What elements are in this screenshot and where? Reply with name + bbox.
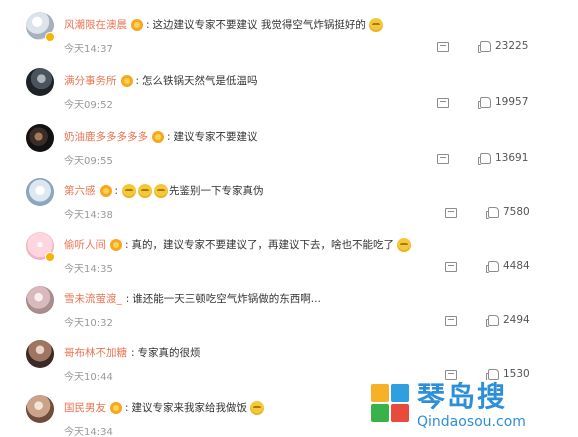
username[interactable]: 第六感	[64, 184, 96, 198]
comment-line: 偷听人间 : 真的，建议专家不要建议了，再建议下去，啥也不能吃了	[64, 236, 412, 254]
comment-text: 真的，建议专家不要建议了，再建议下去，啥也不能吃了	[131, 239, 395, 251]
watermark-domain: Qindaosou.com	[417, 414, 526, 430]
comment-text: 怎么铁锅天然气是低温吗	[142, 75, 258, 87]
comment-line: 第六感 : 先鉴别一下专家真伪	[64, 182, 266, 200]
comment-reply-icon[interactable]	[445, 316, 457, 326]
like-button[interactable]: 4484	[486, 259, 530, 273]
watermark-logo-icon	[371, 384, 409, 422]
vip-badge-icon	[152, 131, 164, 143]
like-button[interactable]: 7580	[486, 205, 530, 219]
colon: :	[135, 75, 140, 87]
comment-line: 满分事务所 : 怎么铁锅天然气是低温吗	[64, 72, 260, 90]
like-count: 23225	[495, 40, 529, 52]
comment-item: 风潮限在澳晨 : 这边建议专家不要建议 我觉得空气炸锅挺好的 今天14:37 2…	[0, 10, 578, 64]
like-button[interactable]: 19957	[478, 95, 529, 109]
avatar[interactable]	[26, 395, 54, 423]
comment-line: 哥布林不加糖 : 专家真的很烦	[64, 344, 203, 362]
thumb-up-icon	[486, 314, 499, 327]
thumb-up-icon	[486, 260, 499, 273]
comment-item: 奶油鹿多多多多多 : 建议专家不要建议 今天09:55 13691	[0, 122, 578, 176]
like-count: 7580	[503, 206, 530, 218]
comment-item: 满分事务所 : 怎么铁锅天然气是低温吗 今天09:52 19957	[0, 66, 578, 120]
username[interactable]: 国民男友	[64, 401, 106, 415]
vip-badge-icon	[120, 75, 133, 87]
timestamp: 今天09:52	[64, 100, 113, 111]
comment-text: 这边建议专家不要建议 我觉得空气炸锅挺好的	[152, 19, 366, 31]
timestamp: 今天14:35	[64, 264, 113, 275]
comment-item: 偷听人间 : 真的，建议专家不要建议了，再建议下去，啥也不能吃了 今天14:35…	[0, 230, 578, 284]
timestamp: 今天14:37	[64, 44, 113, 55]
emoji-icon	[250, 401, 265, 415]
timestamp: 今天14:38	[64, 210, 113, 221]
like-count: 13691	[495, 152, 529, 164]
thumb-up-icon	[486, 368, 499, 381]
emoji-icon	[368, 18, 383, 32]
like-button[interactable]: 13691	[478, 151, 529, 165]
timestamp: 今天10:32	[64, 318, 113, 329]
comment-item: 雪未流萤渡_ : 谁还能一天三顿吃空气炸锅做的东西啊... 今天10:32 24…	[0, 284, 578, 338]
comment-reply-icon[interactable]	[437, 98, 449, 108]
comment-reply-icon[interactable]	[437, 42, 449, 52]
verified-badge-icon	[45, 32, 55, 42]
vip-badge-icon	[110, 402, 122, 414]
avatar[interactable]	[26, 124, 54, 152]
comment-line: 奶油鹿多多多多多 : 建议专家不要建议	[64, 128, 260, 146]
comment-item: 第六感 : 先鉴别一下专家真伪 今天14:38 7580	[0, 176, 578, 230]
vip-badge-icon	[99, 185, 112, 197]
colon: :	[167, 131, 171, 143]
comment-reply-icon[interactable]	[445, 262, 457, 272]
emoji-icon	[138, 184, 153, 198]
like-button[interactable]: 1530	[486, 367, 530, 381]
like-count: 19957	[495, 96, 529, 108]
colon: :	[131, 347, 135, 359]
comment-feed-screenshot: 风潮限在澳晨 : 这边建议专家不要建议 我觉得空气炸锅挺好的 今天14:37 2…	[0, 0, 578, 437]
watermark-title: 琴岛搜	[417, 380, 508, 413]
comment-text: 先鉴别一下专家真伪	[169, 185, 264, 197]
thumb-up-icon	[478, 152, 491, 165]
username[interactable]: 哥布林不加糖	[64, 346, 127, 360]
username[interactable]: 满分事务所	[64, 74, 117, 88]
verified-badge-icon	[45, 252, 55, 262]
emoji-icon	[154, 184, 169, 198]
comment-line: 雪未流萤渡_ : 谁还能一天三顿吃空气炸锅做的东西啊...	[64, 290, 323, 308]
watermark: 琴岛搜 Qindaosou.com	[364, 380, 578, 437]
emoji-icon	[122, 184, 137, 198]
username[interactable]: 雪未流萤渡_	[64, 292, 122, 306]
timestamp: 今天09:55	[64, 156, 113, 167]
colon: :	[125, 239, 129, 251]
timestamp: 今天10:44	[64, 372, 113, 383]
thumb-up-icon	[486, 206, 499, 219]
comment-reply-icon[interactable]	[445, 370, 457, 380]
colon: :	[146, 19, 150, 31]
comment-text: 建议专家不要建议	[173, 131, 258, 143]
thumb-up-icon	[478, 96, 491, 109]
comment-text: 建议专家来我家给我做饭	[131, 402, 248, 414]
thumb-up-icon	[478, 40, 491, 53]
colon: :	[125, 402, 129, 414]
comment-text: 谁还能一天三顿吃空气炸锅做的东西啊...	[132, 293, 321, 305]
like-count: 4484	[503, 260, 530, 272]
vip-badge-icon	[110, 239, 122, 251]
comment-line: 国民男友 : 建议专家来我家给我做饭	[64, 399, 265, 417]
like-count: 2494	[503, 314, 530, 326]
like-button[interactable]: 2494	[486, 313, 530, 327]
avatar[interactable]	[26, 178, 54, 206]
comment-line: 风潮限在澳晨 : 这边建议专家不要建议 我觉得空气炸锅挺好的	[64, 16, 384, 34]
avatar[interactable]	[26, 340, 54, 368]
username[interactable]: 风潮限在澳晨	[64, 18, 127, 32]
comment-text: 专家真的很烦	[137, 347, 201, 359]
timestamp: 今天14:34	[64, 427, 113, 437]
username[interactable]: 偷听人间	[64, 238, 106, 252]
colon: :	[114, 185, 119, 197]
avatar[interactable]	[26, 286, 54, 314]
username[interactable]: 奶油鹿多多多多多	[64, 130, 148, 144]
vip-badge-icon	[131, 19, 143, 31]
like-button[interactable]: 23225	[478, 39, 529, 53]
like-count: 1530	[503, 368, 530, 380]
comment-reply-icon[interactable]	[445, 208, 457, 218]
avatar[interactable]	[26, 68, 54, 96]
emoji-icon	[397, 238, 412, 252]
colon: :	[125, 293, 130, 305]
comment-reply-icon[interactable]	[437, 154, 449, 164]
